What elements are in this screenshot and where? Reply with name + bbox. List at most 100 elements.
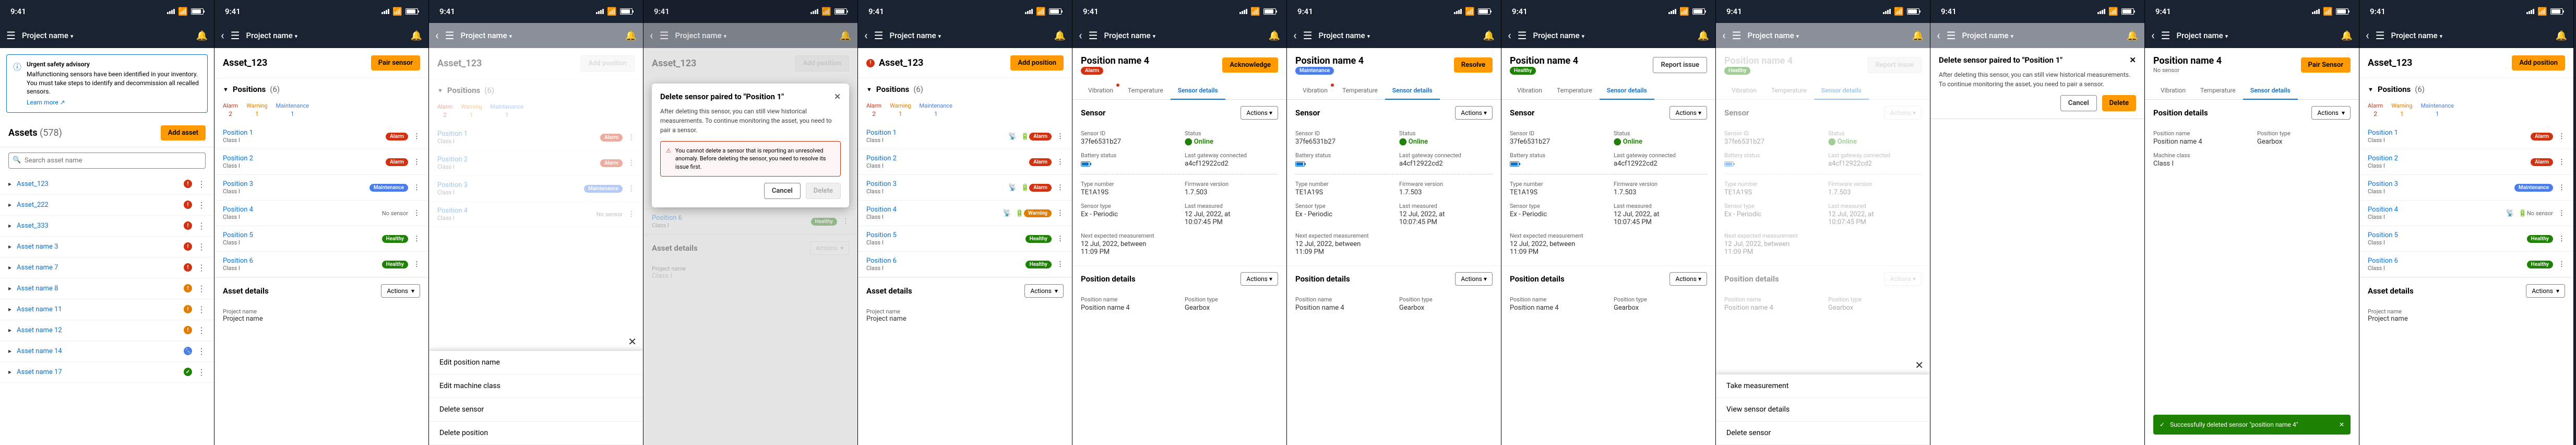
more-icon[interactable]: ⋮ <box>197 179 206 189</box>
positions-section[interactable]: ▼Positions (6) <box>214 78 428 100</box>
position-row[interactable]: Position 1Class I Alarm ⋮ <box>429 125 643 150</box>
cancel-button[interactable]: Cancel <box>2060 95 2097 111</box>
position-row[interactable]: Position 6Class I Healthy ⋮ <box>2359 252 2573 277</box>
asset-row[interactable]: ▸ Asset name 7 ! ⋮ <box>0 257 214 278</box>
more-icon[interactable]: ⋮ <box>2558 235 2565 243</box>
more-icon[interactable]: ⋮ <box>2558 184 2565 192</box>
tab-sensor-details[interactable]: Sensor details <box>1171 81 1225 99</box>
tab-sensor-details[interactable]: Sensor details <box>1814 81 1869 99</box>
more-icon[interactable]: ⋮ <box>1057 209 1064 217</box>
position-row[interactable]: Position 4Class I 📡🔋No sensor ⋮ <box>2359 201 2573 226</box>
tab-temperature[interactable]: Temperature <box>1549 81 1600 99</box>
delete-position[interactable]: Delete position <box>429 421 643 445</box>
add-position-button[interactable]: Add position <box>2512 55 2565 71</box>
tab-vibration[interactable]: Vibration <box>1295 81 1335 99</box>
more-icon[interactable]: ⋮ <box>197 284 206 294</box>
more-icon[interactable]: ⋮ <box>197 346 206 356</box>
asset-row[interactable]: ▸ Asset name 11 ! ⋮ <box>0 299 214 320</box>
more-icon[interactable]: ⋮ <box>197 325 206 335</box>
position-row[interactable]: Position 4Class I No sensor ⋮ <box>429 202 643 227</box>
more-icon[interactable]: ⋮ <box>2558 261 2565 268</box>
asset-row[interactable]: ▸ Asset name 8 ! ⋮ <box>0 278 214 299</box>
actions-dropdown[interactable]: Actions ▾ <box>381 284 420 298</box>
more-icon[interactable]: ⋮ <box>413 158 420 166</box>
position-row[interactable]: Position 5Class I Healthy ⋮ <box>2359 226 2573 252</box>
edit-position-name[interactable]: Edit position name <box>429 351 643 374</box>
edit-machine-class[interactable]: Edit machine class <box>429 374 643 398</box>
more-icon[interactable]: ⋮ <box>2558 158 2565 166</box>
more-icon[interactable]: ⋮ <box>413 235 420 243</box>
action-button[interactable]: Report issue <box>1867 57 1922 73</box>
position-row[interactable]: Position 6Class I Healthy ⋮ <box>214 252 428 277</box>
tab-vibration[interactable]: Vibration <box>1510 81 1549 99</box>
asset-row[interactable]: ▸ Asset name 17 ✓ ⋮ <box>0 362 214 383</box>
back-icon[interactable]: ‹ <box>221 29 224 42</box>
asset-row[interactable]: ▸ Asset name 3 ! ⋮ <box>0 237 214 257</box>
bell-icon[interactable]: 🔔 <box>411 30 422 41</box>
close-icon[interactable]: ✕ <box>628 335 637 348</box>
more-icon[interactable]: ⋮ <box>1057 184 1064 192</box>
actions-dropdown[interactable]: Actions ▾ <box>1669 106 1707 120</box>
action-button[interactable]: Resolve <box>1454 57 1493 73</box>
position-row[interactable]: Position 3Class I Maintenance ⋮ <box>429 176 643 202</box>
more-icon[interactable]: ⋮ <box>197 263 206 273</box>
position-row[interactable]: Position 2Class I Alarm ⋮ <box>858 149 1072 175</box>
position-row[interactable]: Position 2Class I Alarm ⋮ <box>214 149 428 175</box>
position-row[interactable]: Position 6Class I Healthy ⋮ <box>858 252 1072 277</box>
search-field[interactable]: 🔍 <box>8 153 206 169</box>
pair-sensor-button[interactable]: Pair Sensor <box>2301 57 2351 73</box>
learn-more-link[interactable]: Learn more ↗ <box>27 98 65 107</box>
tab-vibration[interactable]: Vibration <box>1081 81 1120 99</box>
view-sensor-details[interactable]: View sensor details <box>1716 398 1930 421</box>
asset-row[interactable]: ▸ Asset name 14 🔧 ⋮ <box>0 341 214 362</box>
position-row[interactable]: Position 2Class I Alarm ⋮ <box>429 150 643 176</box>
close-icon[interactable]: ✕ <box>2339 421 2344 428</box>
position-row[interactable]: Position 1Class I Alarm ⋮ <box>2359 124 2573 149</box>
close-icon[interactable]: ✕ <box>834 92 841 101</box>
tab-sensor-details[interactable]: Sensor details <box>1385 81 1440 99</box>
more-icon[interactable]: ⋮ <box>413 184 420 192</box>
position-row[interactable]: Position 2Class I Alarm ⋮ <box>2359 149 2573 175</box>
more-icon[interactable]: ⋮ <box>197 200 206 210</box>
add-position-button[interactable]: Add position <box>1010 55 1064 71</box>
more-icon[interactable]: ⋮ <box>1057 158 1064 166</box>
asset-row[interactable]: ▸ Asset name 12 ! ⋮ <box>0 320 214 341</box>
more-icon[interactable]: ⋮ <box>1057 261 1064 268</box>
search-input[interactable] <box>8 153 206 169</box>
more-icon[interactable]: ⋮ <box>413 209 420 217</box>
pair-sensor-button[interactable]: Pair sensor <box>371 55 420 71</box>
asset-row[interactable]: ▸ Asset_222 ! ⋮ <box>0 195 214 216</box>
menu-icon[interactable]: ☰ <box>231 29 240 42</box>
action-button[interactable]: Acknowledge <box>1222 57 1278 73</box>
delete-button[interactable]: Delete <box>2102 95 2136 111</box>
more-icon[interactable]: ⋮ <box>628 185 635 193</box>
asset-row[interactable]: ▸ Asset_333 ! ⋮ <box>0 216 214 237</box>
actions-dropdown[interactable]: Actions ▾ <box>1884 106 1922 120</box>
more-icon[interactable]: ⋮ <box>628 210 635 218</box>
position-row[interactable]: Position 5Class I Healthy ⋮ <box>214 226 428 252</box>
delete-sensor[interactable]: Delete sensor <box>1716 421 1930 445</box>
position-row[interactable]: Position 3Class I Maintenance ⋮ <box>214 175 428 201</box>
more-icon[interactable]: ⋮ <box>1057 235 1064 243</box>
close-icon[interactable]: ✕ <box>2129 55 2136 65</box>
more-icon[interactable]: ⋮ <box>2558 209 2565 217</box>
tab-temperature[interactable]: Temperature <box>1764 81 1814 99</box>
more-icon[interactable]: ⋮ <box>628 159 635 167</box>
more-icon[interactable]: ⋮ <box>413 261 420 268</box>
tab-temperature[interactable]: Temperature <box>1120 81 1171 99</box>
tab-sensor-details[interactable]: Sensor details <box>2243 81 2298 99</box>
more-icon[interactable]: ⋮ <box>197 305 206 314</box>
take-measurement[interactable]: Take measurement <box>1716 374 1930 398</box>
menu-icon[interactable]: ☰ <box>6 29 16 42</box>
action-button[interactable]: Report issue <box>1653 57 1707 73</box>
position-row[interactable]: Position 5Class I Healthy ⋮ <box>858 226 1072 252</box>
more-icon[interactable]: ⋮ <box>197 367 206 377</box>
tab-vibration[interactable]: Vibration <box>2153 81 2193 99</box>
delete-sensor[interactable]: Delete sensor <box>429 398 643 421</box>
tab-vibration[interactable]: Vibration <box>1724 81 1764 99</box>
asset-row[interactable]: ▸ Asset_123 ! ⋮ <box>0 174 214 195</box>
tab-temperature[interactable]: Temperature <box>2193 81 2243 99</box>
tab-temperature[interactable]: Temperature <box>1335 81 1385 99</box>
tab-sensor-details[interactable]: Sensor details <box>1600 81 1654 99</box>
more-icon[interactable]: ⋮ <box>197 221 206 231</box>
